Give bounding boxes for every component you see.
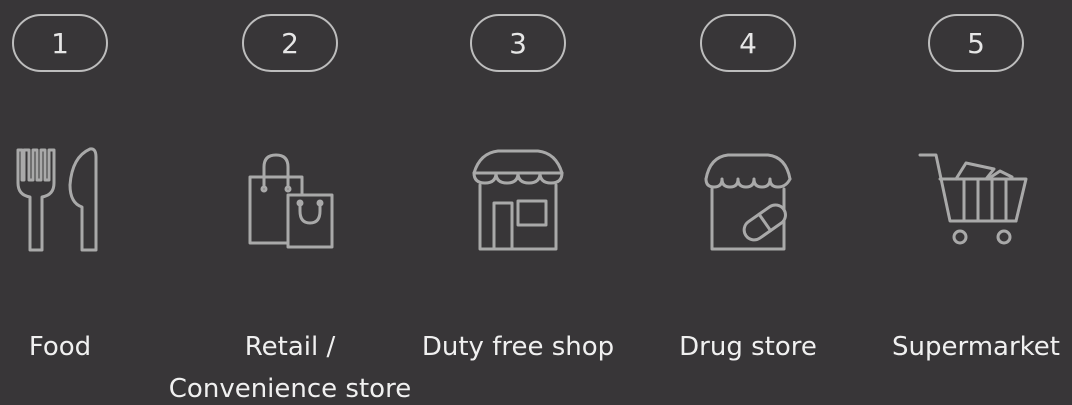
fork-knife-icon — [0, 145, 120, 255]
category-label: Supermarket — [892, 332, 1060, 362]
step-number-badge: 5 — [928, 14, 1024, 72]
step-number-badge: 4 — [700, 14, 796, 72]
category-item-retail: 2 Retail / Convenience store — [169, 0, 411, 405]
step-number-badge: 1 — [12, 14, 108, 72]
step-number-badge: 2 — [242, 14, 338, 72]
category-item-food: 1 Food — [0, 0, 160, 405]
step-number-badge: 3 — [470, 14, 566, 72]
shopping-bags-icon — [230, 145, 350, 255]
pharmacy-store-pill-icon — [688, 145, 808, 255]
shopping-cart-icon — [916, 145, 1036, 255]
category-item-duty-free: 3 Duty free shop — [418, 0, 618, 405]
category-item-drug-store: 4 Drug store — [648, 0, 848, 405]
storefront-icon — [458, 145, 578, 255]
category-item-supermarket: 5 Supermarket — [876, 0, 1072, 405]
